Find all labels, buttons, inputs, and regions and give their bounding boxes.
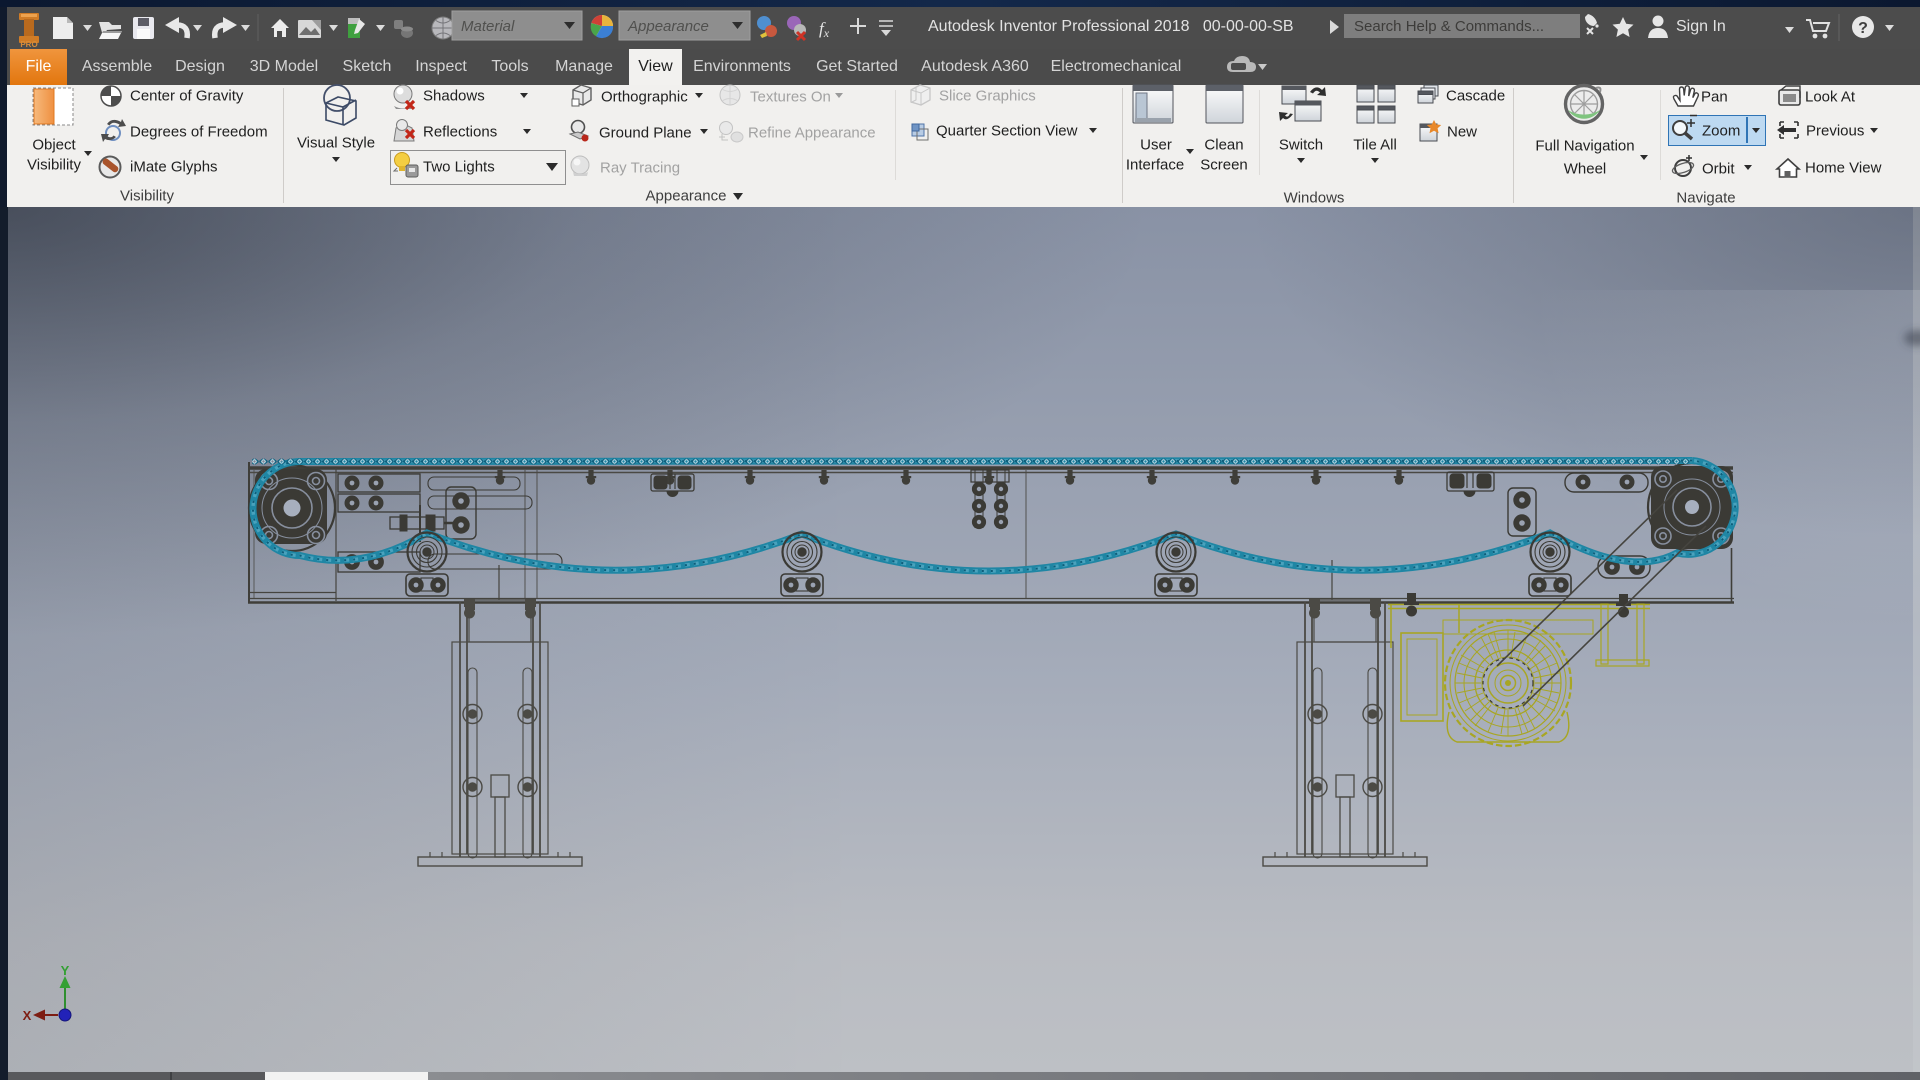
svg-text:X: X: [23, 1008, 32, 1023]
svg-text:Y: Y: [61, 963, 70, 978]
